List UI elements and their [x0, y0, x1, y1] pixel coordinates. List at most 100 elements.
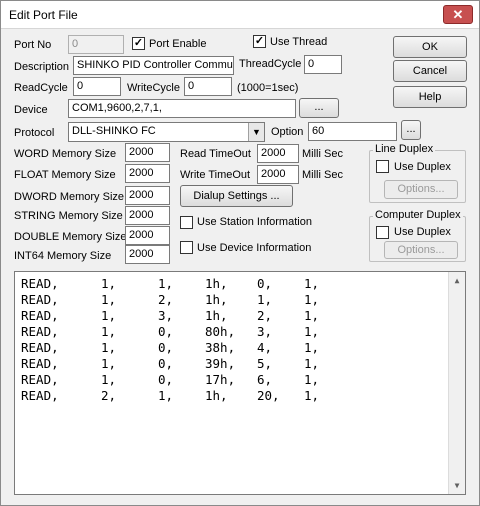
text-line-cell: 0,	[158, 340, 174, 355]
int64-memory-field[interactable]: 2000	[125, 245, 170, 264]
help-button[interactable]: Help	[393, 86, 467, 108]
int64-memory-label: INT64 Memory Size	[14, 250, 112, 262]
text-line-cell: 1h,	[205, 308, 228, 323]
text-line-cell: 20,	[257, 388, 280, 403]
text-line-cell: READ,	[21, 372, 59, 387]
thread-cycle-field[interactable]: 0	[304, 55, 342, 74]
read-cycle-field[interactable]: 0	[73, 77, 121, 96]
use-station-info-checkbox[interactable]	[180, 216, 193, 229]
computer-duplex-checkbox[interactable]	[376, 226, 389, 239]
line-duplex-use-label: Use Duplex	[394, 161, 451, 173]
use-station-info-label: Use Station Information	[197, 216, 312, 228]
text-line-cell: 1,	[304, 356, 320, 371]
edit-port-file-dialog: Edit Port File ✕ Port No 0 ✓ Port Enable…	[0, 0, 480, 506]
use-thread-label: Use Thread	[270, 36, 328, 48]
scroll-down-icon[interactable]: ▼	[449, 477, 465, 494]
text-line-cell: READ,	[21, 388, 59, 403]
text-line-cell: 3,	[257, 324, 273, 339]
description-label: Description	[14, 61, 70, 73]
scroll-up-icon[interactable]: ▲	[449, 272, 465, 289]
text-line-cell: 0,	[158, 324, 174, 339]
use-thread-checkbox[interactable]: ✓	[253, 35, 266, 48]
string-memory-label: STRING Memory Size	[14, 210, 123, 222]
port-no-field[interactable]: 0	[68, 35, 124, 54]
option-field[interactable]: 60	[308, 122, 397, 141]
text-line-cell: READ,	[21, 356, 59, 371]
read-timeout-field[interactable]: 2000	[257, 144, 299, 163]
string-memory-field[interactable]: 2000	[125, 206, 170, 225]
write-cycle-label: WriteCycle	[127, 82, 180, 94]
cancel-button[interactable]: Cancel	[393, 60, 467, 82]
text-line-cell: 2,	[101, 388, 117, 403]
read-cycle-label: ReadCycle	[14, 82, 68, 94]
text-line-cell: 17h,	[205, 372, 236, 387]
device-field[interactable]: COM1,9600,2,7,1,	[68, 99, 296, 118]
computer-duplex-title: Computer Duplex	[373, 209, 463, 221]
close-button[interactable]: ✕	[443, 5, 473, 24]
line-duplex-title: Line Duplex	[373, 143, 436, 155]
text-line-cell: 1,	[257, 292, 273, 307]
text-line-cell: 1,	[304, 308, 320, 323]
float-memory-label: FLOAT Memory Size	[14, 169, 116, 181]
title-bar[interactable]: Edit Port File ✕	[1, 1, 479, 29]
device-label: Device	[14, 104, 48, 116]
line-duplex-options-button[interactable]: Options...	[384, 180, 458, 199]
use-device-info-label: Use Device Information	[197, 242, 312, 254]
text-line-cell: READ,	[21, 292, 59, 307]
text-line-cell: 39h,	[205, 356, 236, 371]
port-no-label: Port No	[14, 39, 52, 51]
read-commands-textarea[interactable]: READ, 1, 1, 1h, 0, 1, READ, 1, 2, 1h, 1, 1, READ, 1, 3…	[14, 271, 466, 495]
dialup-settings-button[interactable]: Dialup Settings ...	[180, 185, 293, 207]
line-duplex-group: Line Duplex Use Duplex Options...	[369, 143, 466, 203]
dword-memory-label: DWORD Memory Size	[14, 191, 125, 203]
text-line-cell: 5,	[257, 356, 273, 371]
text-line-cell: 1h,	[205, 388, 228, 403]
text-line-cell: 1,	[304, 372, 320, 387]
cycle-hint-text: (1000=1sec)	[237, 82, 299, 94]
computer-duplex-use-label: Use Duplex	[394, 226, 451, 238]
text-line-cell: 2,	[158, 292, 174, 307]
computer-duplex-group: Computer Duplex Use Duplex Options...	[369, 209, 466, 262]
port-enable-checkbox[interactable]: ✓	[132, 37, 145, 50]
text-line-cell: 1,	[158, 388, 174, 403]
window-title: Edit Port File	[9, 8, 78, 22]
chevron-down-icon[interactable]: ▼	[248, 123, 264, 141]
text-line-cell: 1,	[304, 324, 320, 339]
text-line-cell: 0,	[158, 356, 174, 371]
option-browse-button[interactable]: ...	[401, 120, 421, 140]
text-line-cell: 3,	[158, 308, 174, 323]
text-line-cell: READ,	[21, 324, 59, 339]
option-label: Option	[271, 126, 304, 138]
text-line-cell: 1,	[101, 340, 117, 355]
text-line-cell: 2,	[257, 308, 273, 323]
text-line-cell: 80h,	[205, 324, 236, 339]
device-browse-button[interactable]: ...	[299, 98, 339, 118]
write-timeout-field[interactable]: 2000	[257, 165, 299, 184]
computer-duplex-options-button[interactable]: Options...	[384, 241, 458, 259]
description-field[interactable]: SHINKO PID Controller Communi	[73, 56, 234, 75]
ok-button[interactable]: OK	[393, 36, 467, 58]
text-line-cell: 1,	[101, 308, 117, 323]
text-line-cell: 1,	[304, 276, 320, 291]
text-line-cell: READ,	[21, 340, 59, 355]
dword-memory-field[interactable]: 2000	[125, 186, 170, 205]
write-cycle-field[interactable]: 0	[184, 77, 232, 96]
double-memory-label: DOUBLE Memory Size	[14, 231, 127, 243]
use-device-info-checkbox[interactable]	[180, 241, 193, 254]
write-timeout-label: Write TimeOut	[180, 169, 251, 181]
line-duplex-checkbox[interactable]	[376, 160, 389, 173]
vertical-scrollbar[interactable]: ▲ ▼	[448, 272, 465, 494]
text-line-cell: 1h,	[205, 292, 228, 307]
protocol-label: Protocol	[14, 127, 55, 139]
protocol-select[interactable]: DLL-SHINKO FC ▼	[68, 122, 265, 142]
text-line-cell: 1,	[304, 340, 320, 355]
text-line-cell: 6,	[257, 372, 273, 387]
text-line-cell: 1,	[158, 276, 174, 291]
float-memory-field[interactable]: 2000	[125, 164, 170, 183]
protocol-value: DLL-SHINKO FC	[72, 125, 156, 137]
word-memory-field[interactable]: 2000	[125, 143, 170, 162]
text-line-cell: 38h,	[205, 340, 236, 355]
text-line-cell: 1h,	[205, 276, 228, 291]
text-line-cell: 1,	[304, 388, 320, 403]
double-memory-field[interactable]: 2000	[125, 226, 170, 245]
